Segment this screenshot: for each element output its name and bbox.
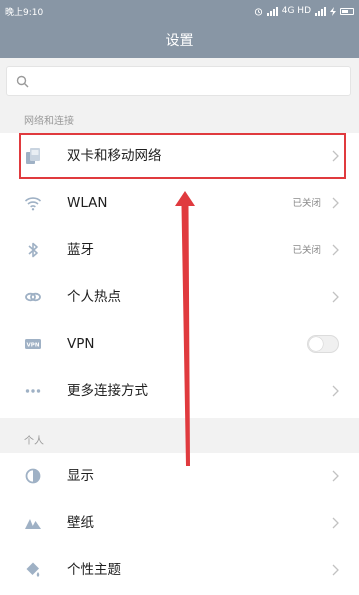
setting-item-vpn[interactable]: VPN VPN: [0, 321, 359, 368]
chevron-right-icon: [332, 197, 339, 209]
setting-label: 更多连接方式: [67, 383, 148, 399]
chevron-right-icon: [332, 564, 339, 576]
status-time: 晚上9:10: [5, 7, 44, 18]
battery-icon: [340, 7, 354, 15]
hotspot-icon: [25, 292, 41, 302]
setting-label: WLAN: [67, 195, 108, 211]
wifi-icon: [24, 197, 42, 211]
svg-text:VPN: VPN: [27, 342, 40, 348]
signal-icon-2: [315, 6, 326, 16]
setting-item-display[interactable]: 显示: [0, 453, 359, 500]
vpn-icon: VPN: [25, 339, 41, 349]
bluetooth-icon: [28, 242, 38, 258]
status-icons: 4G HD: [254, 6, 354, 16]
chevron-right-icon: [332, 517, 339, 529]
more-dots-icon: [25, 389, 41, 393]
title-bar: 设置: [0, 22, 359, 58]
charging-icon: [330, 6, 336, 16]
chevron-right-icon: [332, 470, 339, 482]
status-bar: 晚上9:10 4G HD: [0, 0, 359, 22]
setting-label: 蓝牙: [67, 242, 94, 258]
setting-status: 已关闭: [292, 245, 321, 256]
alarm-icon: [254, 7, 262, 16]
vpn-toggle-switch[interactable]: [307, 335, 339, 353]
section-title-personal: 个人: [24, 436, 44, 447]
setting-label: 个人热点: [67, 289, 121, 305]
chevron-right-icon: [332, 291, 339, 303]
chevron-right-icon: [332, 385, 339, 397]
chevron-right-icon: [332, 244, 339, 256]
wallpaper-icon: [25, 519, 41, 529]
search-icon: [16, 75, 29, 88]
setting-item-dual-sim[interactable]: 双卡和移动网络: [0, 133, 359, 180]
setting-item-wlan[interactable]: WLAN 已关闭: [0, 180, 359, 227]
network-type-label: 4G HD: [281, 6, 311, 16]
setting-item-more-connections[interactable]: 更多连接方式: [0, 368, 359, 415]
section-title-network: 网络和连接: [24, 116, 74, 127]
theme-icon: [26, 562, 40, 577]
toggle-knob: [309, 337, 323, 351]
sim-cards-icon: [26, 148, 40, 164]
personal-settings-list: 显示 壁纸 个性主题: [0, 453, 359, 595]
setting-item-theme[interactable]: 个性主题: [0, 547, 359, 594]
search-area: [0, 58, 359, 106]
network-settings-list: 双卡和移动网络 WLAN 已关闭 蓝牙 已关闭 个人热点 VPN VPN 更多连…: [0, 133, 359, 418]
setting-status: 已关闭: [292, 198, 321, 209]
setting-label: 显示: [67, 468, 94, 484]
display-icon: [25, 468, 41, 484]
setting-label: 双卡和移动网络: [67, 148, 162, 164]
setting-label: VPN: [67, 336, 95, 352]
search-input[interactable]: [6, 66, 351, 96]
setting-item-hotspot[interactable]: 个人热点: [0, 274, 359, 321]
signal-icon: [266, 6, 278, 16]
setting-label: 壁纸: [67, 515, 94, 531]
setting-item-wallpaper[interactable]: 壁纸: [0, 500, 359, 547]
chevron-right-icon: [332, 150, 339, 162]
setting-label: 个性主题: [67, 562, 121, 578]
setting-item-bluetooth[interactable]: 蓝牙 已关闭: [0, 227, 359, 274]
page-title: 设置: [165, 33, 194, 49]
